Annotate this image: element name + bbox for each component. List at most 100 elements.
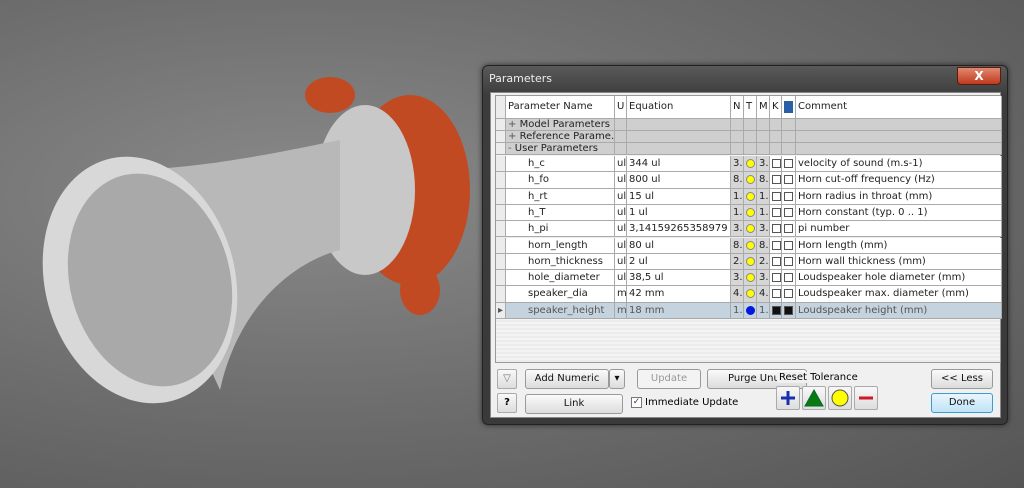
tolerance-cell[interactable] [744, 302, 757, 319]
key-checkbox[interactable] [772, 159, 781, 168]
parameter-name[interactable]: speaker_height [506, 302, 615, 319]
parameter-unit[interactable]: ul [615, 270, 627, 287]
key-cell[interactable] [770, 286, 782, 303]
key-checkbox[interactable] [772, 273, 781, 283]
parameter-unit[interactable]: ul [615, 237, 627, 254]
key-checkbox[interactable] [772, 289, 781, 299]
parameter-equation[interactable]: 1 ul [627, 204, 731, 222]
key-checkbox[interactable] [772, 256, 781, 266]
key-cell[interactable] [770, 270, 782, 287]
tolerance-cell[interactable] [744, 286, 757, 303]
parameter-equation[interactable]: 80 ul [627, 237, 731, 254]
parameter-name[interactable]: h_T [506, 204, 615, 222]
row-selector[interactable] [496, 188, 506, 205]
parameter-comment[interactable]: pi number [796, 221, 1002, 238]
parameter-name[interactable]: hole_diameter [506, 270, 615, 287]
column-header[interactable]: K [770, 96, 782, 119]
parameter-comment[interactable]: Horn constant (typ. 0 .. 1) [796, 204, 1002, 222]
tolerance-cell[interactable] [744, 188, 757, 205]
row-selector[interactable] [496, 286, 506, 303]
parameter-name[interactable]: h_pi [506, 221, 615, 238]
help-button[interactable]: ? [497, 393, 517, 413]
group-row[interactable]: + Reference Parame... [496, 131, 1002, 143]
parameter-unit[interactable]: ul [615, 172, 627, 189]
add-numeric-dropdown[interactable]: ▾ [609, 369, 625, 389]
parameter-equation[interactable]: 344 ul [627, 156, 731, 173]
tolerance-upper-button[interactable] [776, 386, 800, 410]
expand-toggle[interactable]: + [508, 119, 516, 130]
parameter-row[interactable]: horn_length ul 80 ul 8. 8. Horn length (… [496, 237, 1002, 254]
tolerance-cell[interactable] [744, 221, 757, 238]
link-button[interactable]: Link [525, 394, 623, 414]
parameter-unit[interactable]: ul [615, 156, 627, 173]
parameter-comment[interactable]: Loudspeaker hole diameter (mm) [796, 270, 1002, 287]
export-checkbox[interactable] [784, 273, 793, 283]
column-header[interactable] [496, 96, 506, 119]
row-selector[interactable] [496, 253, 506, 271]
tolerance-cell[interactable] [744, 270, 757, 287]
parameter-comment[interactable]: Horn cut-off frequency (Hz) [796, 172, 1002, 189]
key-cell[interactable] [770, 221, 782, 238]
tolerance-cell[interactable] [744, 253, 757, 271]
parameter-row[interactable]: h_pi ul 3,14159265358979 ul 3. 3. pi num… [496, 221, 1002, 238]
tolerance-cell[interactable] [744, 172, 757, 189]
row-selector[interactable] [496, 237, 506, 254]
parameter-comment[interactable]: Horn length (mm) [796, 237, 1002, 254]
parameter-unit[interactable]: m [615, 302, 627, 319]
export-cell[interactable] [782, 172, 796, 189]
close-button[interactable]: X [957, 67, 1001, 85]
column-header[interactable]: Parameter Name [506, 96, 615, 119]
key-checkbox[interactable] [772, 305, 781, 315]
expand-toggle[interactable]: - [508, 143, 512, 154]
key-checkbox[interactable] [772, 207, 781, 217]
parameter-comment[interactable]: Loudspeaker height (mm) [796, 302, 1002, 319]
column-header[interactable] [782, 96, 796, 119]
parameter-equation[interactable]: 800 ul [627, 172, 731, 189]
parameter-comment[interactable]: Horn wall thickness (mm) [796, 253, 1002, 271]
parameter-name[interactable]: h_rt [506, 188, 615, 205]
export-cell[interactable] [782, 156, 796, 173]
export-checkbox[interactable] [784, 256, 793, 266]
export-checkbox[interactable] [784, 191, 793, 201]
key-checkbox[interactable] [772, 240, 781, 250]
export-cell[interactable] [782, 286, 796, 303]
immediate-update-checkbox[interactable]: ✓ [631, 397, 642, 408]
column-header[interactable]: U [615, 96, 627, 119]
key-checkbox[interactable] [772, 175, 781, 185]
export-checkbox[interactable] [784, 224, 793, 234]
done-button[interactable]: Done [931, 393, 993, 413]
parameter-equation[interactable]: 38,5 ul [627, 270, 731, 287]
parameter-comment[interactable]: Horn radius in throat (mm) [796, 188, 1002, 205]
tolerance-cell[interactable] [744, 204, 757, 222]
key-checkbox[interactable] [772, 224, 781, 234]
export-checkbox[interactable] [784, 289, 793, 299]
parameter-row[interactable]: h_c ul 344 ul 3. 3. velocity of sound (m… [496, 156, 1002, 173]
export-checkbox[interactable] [784, 240, 793, 250]
key-cell[interactable] [770, 253, 782, 271]
row-selector[interactable] [496, 172, 506, 189]
export-cell[interactable] [782, 302, 796, 319]
row-selector[interactable] [496, 221, 506, 238]
update-button[interactable]: Update [637, 369, 701, 389]
parameter-row[interactable]: h_rt ul 15 ul 1. 1. Horn radius in throa… [496, 188, 1002, 205]
export-checkbox[interactable] [784, 159, 793, 168]
key-cell[interactable] [770, 302, 782, 319]
parameter-unit[interactable]: ul [615, 253, 627, 271]
parameter-unit[interactable]: m [615, 286, 627, 303]
parameter-unit[interactable]: ul [615, 188, 627, 205]
export-checkbox[interactable] [784, 207, 793, 217]
key-cell[interactable] [770, 188, 782, 205]
key-cell[interactable] [770, 237, 782, 254]
parameter-equation[interactable]: 2 ul [627, 253, 731, 271]
export-checkbox[interactable] [784, 305, 793, 315]
parameter-unit[interactable]: ul [615, 221, 627, 238]
less-button[interactable]: << Less [931, 369, 993, 389]
parameter-equation[interactable]: 15 ul [627, 188, 731, 205]
expand-toggle[interactable]: + [508, 131, 516, 142]
row-selector[interactable] [496, 270, 506, 287]
parameter-row[interactable]: h_T ul 1 ul 1. 1. Horn constant (typ. 0 … [496, 204, 1002, 222]
column-header[interactable]: N [731, 96, 744, 119]
parameter-equation[interactable]: 3,14159265358979 ul [627, 221, 731, 238]
parameter-name[interactable]: horn_thickness [506, 253, 615, 271]
parameter-comment[interactable]: velocity of sound (m.s-1) [796, 156, 1002, 173]
